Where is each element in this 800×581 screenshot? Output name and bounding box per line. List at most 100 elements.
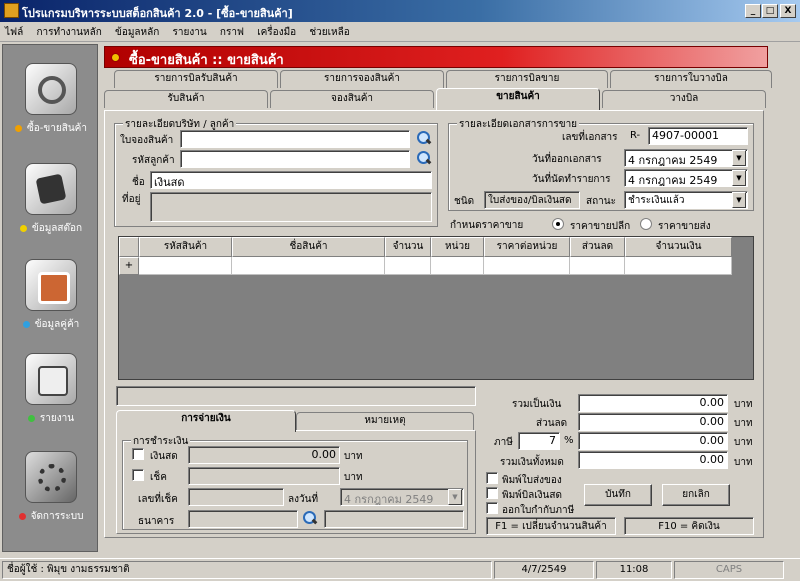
col-unit[interactable]: หน่วย [431,237,484,257]
col-product-code[interactable]: รหัสสินค้า [139,237,232,257]
tab-notes[interactable]: หมายเหตุ [296,412,474,430]
cheque-unit: บาท [344,472,363,483]
chequedate-picker[interactable]: 4 กรกฎาคม 2549 ▼ [340,488,464,506]
page-title: ซื้อ-ขายสินค้า :: ขายสินค้า [129,53,284,68]
subtotal-unit: บาท [734,399,753,410]
chevron-down-icon[interactable]: ▼ [732,192,746,208]
sidebar-item-report[interactable]: รายงาน [3,353,99,426]
tax-rate-input[interactable]: 7 [518,432,560,450]
table-row-cell[interactable] [484,257,570,275]
page-header: ซื้อ-ขายสินค้า :: ขายสินค้า [104,46,768,68]
status-label: สถานะ [586,196,616,207]
minimize-button[interactable]: _ [745,4,761,18]
tax-percent-sign: % [564,435,574,446]
menu-report[interactable]: รายงาน [168,22,212,43]
sidebar-item-stock[interactable]: ข้อมูลสต๊อก [3,163,99,236]
menu-master-data[interactable]: ข้อมูลหลัก [110,22,164,43]
sidebar: ซื้อ-ขายสินค้า ข้อมูลสต๊อก ข้อมูลคู่ค้า … [2,44,98,552]
customer-name-input[interactable]: เงินสด [150,171,432,189]
contact-photo-icon [25,259,77,311]
retail-radio[interactable] [552,218,564,230]
items-grid[interactable]: รหัสสินค้า ชื่อสินค้า จำนวน หน่วย ราคาต่… [118,236,754,380]
discount-unit: บาท [734,418,753,429]
price-mode-label: กำหนดราคาขาย [450,220,524,231]
subtotal-field: 0.00 [578,394,728,412]
window-title: โปรแกรมบริหารระบบสต็อกสินค้า 2.0 - [ซื้อ… [22,7,293,20]
issue-tax-invoice-checkbox[interactable] [486,502,498,514]
cash-unit: บาท [344,451,363,462]
new-row-marker: + [119,257,139,275]
bank-name-input [324,510,464,528]
menu-graph[interactable]: กราฟ [215,22,249,43]
search-customer-icon[interactable] [417,151,431,165]
status-dot-icon [22,321,30,328]
chevron-down-icon[interactable]: ▼ [732,150,746,166]
tab-receive[interactable]: รับสินค้า [104,90,268,108]
col-quantity[interactable]: จำนวน [385,237,431,257]
docno-input[interactable]: 4907-00001 [648,127,748,145]
sidebar-item-system[interactable]: จัดการระบบ [3,451,99,524]
tab-sell[interactable]: ขายสินค้า [436,88,600,110]
col-discount[interactable]: ส่วนลด [570,237,625,257]
chequeno-label: เลขที่เช็ค [138,494,178,505]
sidebar-item-buy-sell[interactable]: ซื้อ-ขายสินค้า [3,63,99,136]
docno-prefix: R- [630,130,641,141]
customer-address-input[interactable] [150,192,432,222]
discount-field[interactable]: 0.00 [578,413,728,431]
status-select[interactable]: ชำระเงินแล้ว ▼ [624,191,748,209]
wholesale-radio[interactable] [640,218,652,230]
search-bank-icon[interactable] [303,511,317,525]
cheque-checkbox[interactable] [132,469,144,481]
duedate-picker[interactable]: 4 กรกฎาคม 2549 ▼ [624,169,748,187]
print-cash-bill-checkbox[interactable] [486,487,498,499]
cash-checkbox[interactable] [132,448,144,460]
menu-help[interactable]: ช่วยเหลือ [304,22,354,43]
table-row-cell[interactable] [385,257,431,275]
docdate-picker[interactable]: 4 กรกฎาคม 2549 ▼ [624,149,748,167]
chevron-down-icon[interactable]: ▼ [732,170,746,186]
menu-main-operations[interactable]: การทำงานหลัก [31,22,106,43]
info-strip [116,386,476,406]
hint-f1: F1 = เปลี่ยนจำนวนสินค้า [486,517,616,535]
cash-input[interactable]: 0.00 [188,446,340,464]
printer-icon [25,353,77,405]
print-cash-bill-label: พิมพ์บิลเงินสด [502,490,562,501]
col-product-name[interactable]: ชื่อสินค้า [232,237,385,257]
cancel-button[interactable]: ยกเลิก [662,484,730,506]
tab-reservation-list[interactable]: รายการจองสินค้า [280,70,444,88]
reserve-input[interactable] [180,130,410,148]
search-reserve-icon[interactable] [417,131,431,145]
save-button[interactable]: บันทึก [584,484,652,506]
menu-bar: ไฟล์ การทำงานหลัก ข้อมูลหลัก รายงาน กราฟ… [0,22,800,42]
table-row-cell[interactable] [232,257,385,275]
table-row-cell[interactable] [570,257,625,275]
maximize-button[interactable]: □ [762,4,778,18]
print-delivery-checkbox[interactable] [486,472,498,484]
chequedate-value: 4 กรกฎาคม 2549 [344,493,434,506]
status-bar: ชื่อผู้ใช้ : พิมุข งามธรรมชาติ 4/7/2549 … [0,558,800,581]
close-button[interactable]: X [780,4,796,18]
tab-billing[interactable]: วางบิล [602,90,766,108]
bank-code-input[interactable] [188,510,298,528]
cheque-label: เช็ค [150,472,167,483]
chevron-down-icon[interactable]: ▼ [448,489,462,505]
sidebar-item-partners[interactable]: ข้อมูลคู่ค้า [3,259,99,332]
table-row-cell[interactable] [625,257,732,275]
tab-receive-bills[interactable]: รายการบิลรับสินค้า [114,70,278,88]
col-amount[interactable]: จำนวนเงิน [625,237,732,257]
issue-tax-invoice-label: ออกใบกำกับภาษี [502,505,575,516]
chequeno-input[interactable] [188,488,284,506]
stock-documents-icon [25,163,77,215]
tab-invoice-list[interactable]: รายการใบวางบิล [610,70,772,88]
menu-tools[interactable]: เครื่องมือ [252,22,301,43]
customer-code-input[interactable] [180,150,410,168]
magnifier-icon [25,63,77,115]
cheque-input[interactable] [188,467,340,485]
table-row-cell[interactable] [431,257,484,275]
tab-payment[interactable]: การจ่ายเงิน [116,410,296,432]
tab-sales-bills[interactable]: รายการบิลขาย [446,70,608,88]
tab-reserve[interactable]: จองสินค้า [270,90,434,108]
col-unit-price[interactable]: ราคาต่อหน่วย [484,237,570,257]
menu-file[interactable]: ไฟล์ [0,22,28,43]
table-row-cell[interactable] [139,257,232,275]
